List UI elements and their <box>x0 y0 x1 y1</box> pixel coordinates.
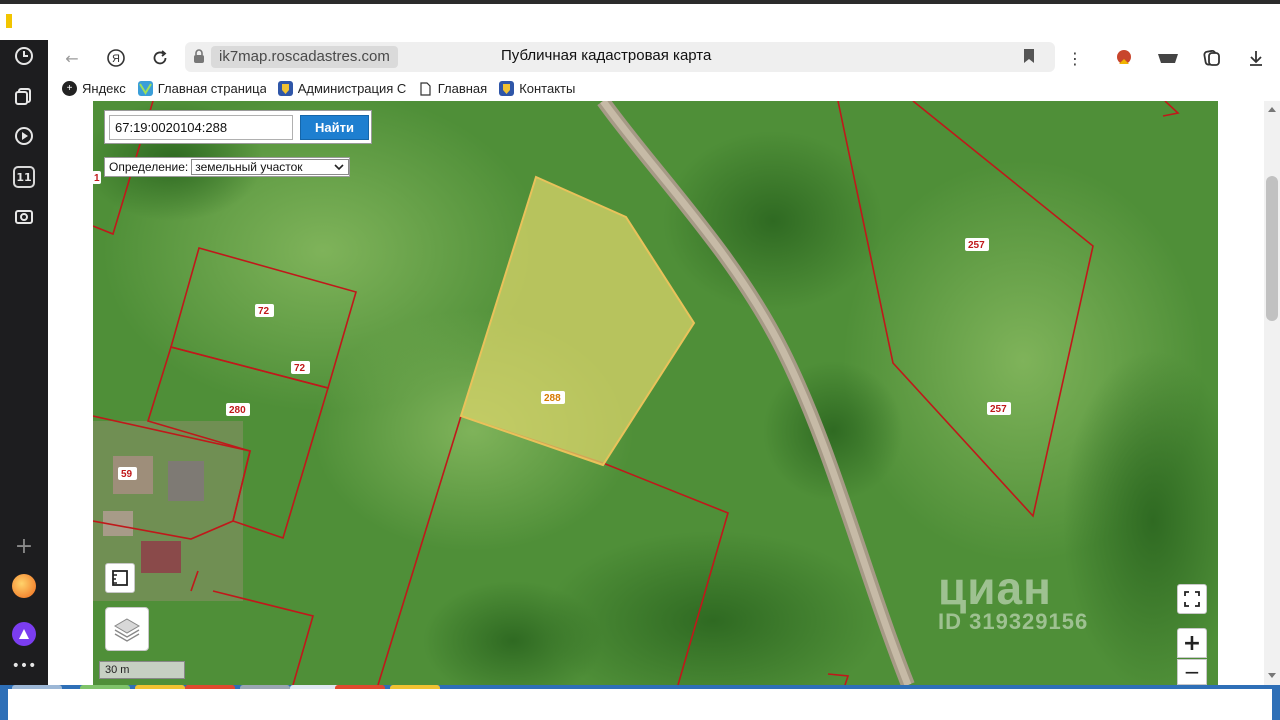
scrollbar-thumb[interactable] <box>1266 176 1278 321</box>
top-strip <box>0 0 1280 40</box>
site-icon <box>137 81 153 96</box>
svg-text:Я: Я <box>112 53 120 65</box>
history-clock-icon[interactable] <box>10 42 38 70</box>
scroll-down-arrow-icon[interactable] <box>1268 673 1276 678</box>
layers-button[interactable] <box>105 607 149 651</box>
back-arrow-icon[interactable]: ← <box>60 46 84 70</box>
bookmark-yandex[interactable]: + Яндекс <box>62 81 126 96</box>
scroll-up-arrow-icon[interactable] <box>1268 107 1276 112</box>
map-scale: 30 m <box>99 661 185 679</box>
reading-mode-icon[interactable] <box>1156 46 1180 70</box>
tab-manager-icon[interactable] <box>1200 46 1224 70</box>
lock-icon <box>193 49 205 65</box>
os-taskbar <box>0 685 1280 720</box>
cadastral-map[interactable]: 1 72 72 280 59 288 257 257 Найти <box>93 101 1218 685</box>
bookmarks-bar: + Яндекс Главная страница Администрация … <box>48 76 1280 101</box>
parcel-label: 257 <box>968 240 985 251</box>
cian-watermark: циан ID 319329156 <box>938 561 1088 635</box>
fullscreen-icon <box>1184 591 1200 607</box>
parcel-label: 59 <box>121 469 133 480</box>
app-orange-icon[interactable] <box>12 574 36 598</box>
bookmark-label: Главная <box>437 81 488 96</box>
definition-label: Определение: <box>109 160 189 174</box>
alice-assistant-icon[interactable] <box>12 622 36 646</box>
bookmark-flag-icon[interactable] <box>1023 48 1035 68</box>
watermark-brand: циан <box>938 562 1052 614</box>
parcel-label: 280 <box>229 405 246 416</box>
omnibox[interactable]: ik7map.roscadastres.com Публичная кадаст… <box>185 42 1055 72</box>
bookmark-label: Главная страница <box>157 81 266 96</box>
ruler-icon <box>112 570 128 586</box>
url-text[interactable]: ik7map.roscadastres.com <box>211 46 398 68</box>
download-icon[interactable] <box>1244 46 1268 70</box>
kebab-menu-icon[interactable]: ⋮ <box>1063 46 1087 70</box>
screen: 11 + ••• ← Я ik7map.roscadastres.com Пуб… <box>0 0 1280 720</box>
cadastral-search-panel: Найти <box>104 110 372 144</box>
zoom-out-button[interactable]: − <box>1177 659 1207 685</box>
top-strip-marker <box>6 14 12 28</box>
extension-emblem-icon[interactable] <box>1112 46 1136 70</box>
bookmark-label: Контакты <box>519 81 576 96</box>
add-panel-plus-icon[interactable]: + <box>10 532 38 560</box>
taskbar-overlay <box>8 689 1272 720</box>
find-button[interactable]: Найти <box>300 115 369 140</box>
bookmark-main-page[interactable]: Главная страница <box>137 81 266 96</box>
yandex-logo-icon[interactable]: Я <box>104 46 128 70</box>
layers-icon <box>114 618 140 642</box>
page-scrollbar[interactable] <box>1264 101 1280 685</box>
plus-icon: + <box>62 81 77 96</box>
page-icon <box>418 81 433 96</box>
bookmark-administration[interactable]: Администрация С <box>277 81 406 96</box>
page-title: Публичная кадастровая карта <box>501 47 712 64</box>
parcel-label: 257 <box>990 404 1007 415</box>
more-dots-icon[interactable]: ••• <box>10 652 38 680</box>
play-circle-icon[interactable] <box>10 122 38 150</box>
collections-icon[interactable] <box>10 82 38 110</box>
bookmark-label: Администрация С <box>297 81 406 96</box>
object-type-select[interactable]: земельный участок <box>191 159 349 175</box>
bookmark-label: Яндекс <box>82 81 126 96</box>
reload-icon[interactable] <box>148 46 172 70</box>
parcel-label-selected: 288 <box>544 393 561 404</box>
bookmark-contacts[interactable]: Контакты <box>499 81 575 96</box>
ruler-tool-button[interactable] <box>105 563 135 593</box>
parcel-label: 72 <box>294 363 306 374</box>
bookmark-home[interactable]: Главная <box>418 81 487 96</box>
watermark-id: ID 319329156 <box>938 609 1089 634</box>
emblem-icon <box>499 81 515 96</box>
fullscreen-button[interactable] <box>1177 584 1207 614</box>
cadastral-number-input[interactable] <box>109 115 293 140</box>
browser-sidebar: 11 + ••• <box>0 40 48 685</box>
zoom-in-button[interactable]: + <box>1177 628 1207 658</box>
screenshot-camera-icon[interactable] <box>10 202 38 230</box>
parcel-label: 72 <box>258 306 270 317</box>
address-bar-row: ← Я ik7map.roscadastres.com Публичная ка… <box>48 40 1280 76</box>
object-type-value: земельный участок <box>195 160 303 174</box>
parcel-label: 1 <box>94 173 100 184</box>
calendar-badge-icon[interactable]: 11 <box>13 166 35 188</box>
emblem-icon <box>277 81 293 96</box>
definition-panel: Определение: земельный участок <box>104 157 350 177</box>
chevron-down-icon <box>334 163 344 170</box>
